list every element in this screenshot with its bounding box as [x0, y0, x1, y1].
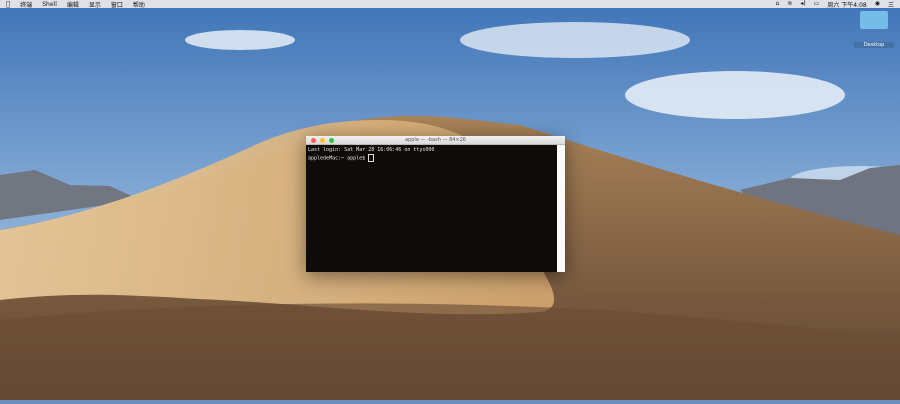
terminal-window[interactable]: apple — -bash — 84×26 Last login: Sat Ma…: [306, 136, 565, 272]
menu-item-edit[interactable]: 编辑: [67, 0, 79, 9]
terminal-titlebar[interactable]: apple — -bash — 84×26: [306, 136, 565, 145]
battery-icon[interactable]: ▭: [814, 0, 820, 8]
terminal-prompt: appledeMac:~ apple$: [308, 155, 369, 162]
clock-label[interactable]: 周六 下午4:08: [827, 0, 866, 9]
cursor-icon: [368, 154, 375, 162]
menu-item-terminal[interactable]: 终端: [20, 0, 32, 9]
menu-bar:  终端 Shell 编辑 显示 窗口 帮助 ⌂ ≋ ◂) ▭ 周六 下午4:0…: [0, 0, 900, 9]
terminal-prompt-line: appledeMac:~ apple$: [308, 154, 555, 163]
wifi-icon[interactable]: ≋: [787, 0, 792, 8]
terminal-scrollbar[interactable]: [557, 145, 565, 272]
menu-bar-left:  终端 Shell 编辑 显示 窗口 帮助: [6, 0, 145, 9]
desktop-folder-label: Desktop: [854, 42, 894, 48]
desktop-folder[interactable]: Desktop: [854, 11, 894, 48]
menu-extra-text[interactable]: 三: [888, 0, 894, 9]
apple-menu-icon[interactable]: : [6, 0, 10, 8]
menu-item-help[interactable]: 帮助: [133, 0, 145, 9]
menu-bar-right: ⌂ ≋ ◂) ▭ 周六 下午4:08 ◉ 三: [775, 0, 894, 9]
volume-icon[interactable]: ◂): [800, 0, 805, 8]
window-title: apple — -bash — 84×26: [405, 137, 466, 143]
terminal-line-login: Last login: Sat Mar 28 16:06:46 on ttys0…: [308, 147, 435, 153]
display-icon[interactable]: ⌂: [775, 0, 779, 8]
menu-item-shell[interactable]: Shell: [42, 1, 57, 8]
terminal-output[interactable]: Last login: Sat Mar 28 16:06:46 on ttys0…: [306, 145, 557, 272]
menu-item-window[interactable]: 窗口: [111, 0, 123, 9]
folder-icon[interactable]: [860, 11, 888, 29]
menu-item-view[interactable]: 显示: [89, 0, 101, 9]
siri-icon[interactable]: ◉: [875, 0, 880, 8]
